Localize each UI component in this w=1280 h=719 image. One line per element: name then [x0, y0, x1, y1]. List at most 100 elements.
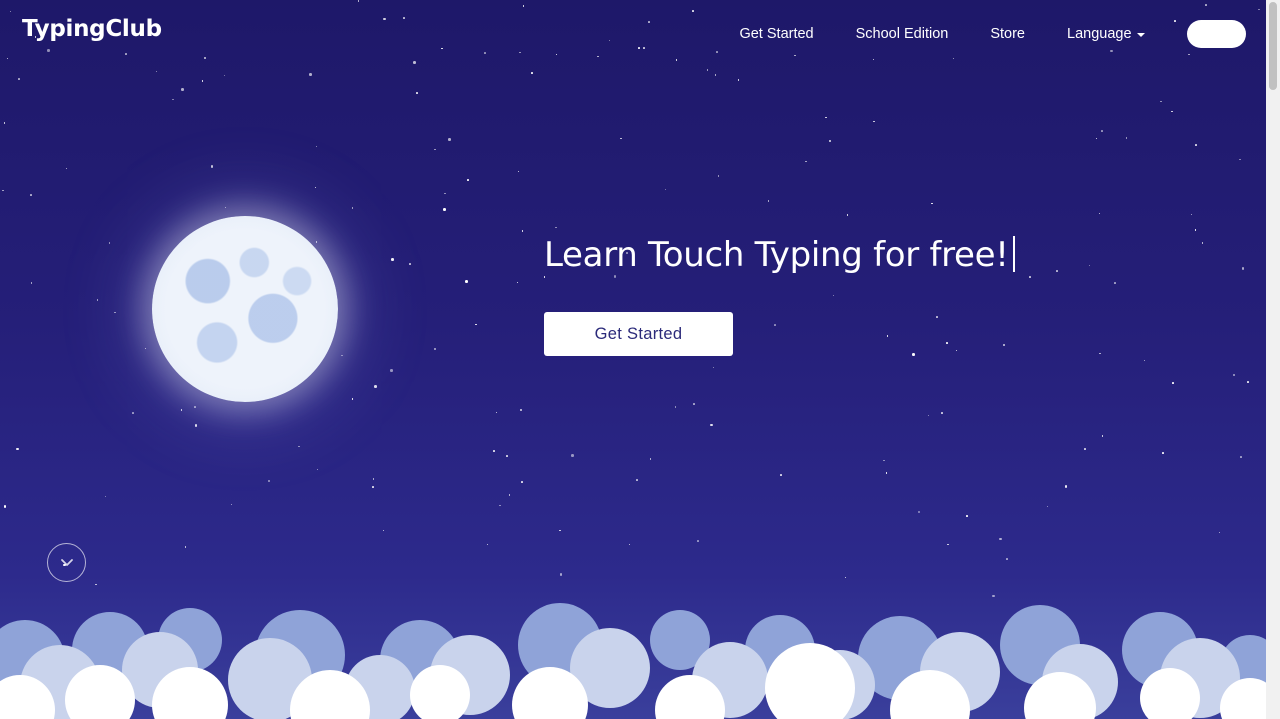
star	[664, 188, 667, 191]
star	[30, 282, 33, 284]
star	[1064, 485, 1068, 488]
star	[465, 280, 468, 283]
star	[947, 543, 949, 546]
clouds-illustration	[0, 603, 1266, 719]
star	[184, 546, 187, 548]
star	[6, 57, 9, 60]
star	[927, 414, 930, 417]
star	[409, 263, 411, 265]
brand-logo[interactable]: TypingClub	[22, 16, 162, 42]
nav-store[interactable]: Store	[990, 26, 1025, 42]
star	[828, 139, 831, 143]
star	[693, 403, 695, 405]
star	[912, 353, 915, 356]
star	[298, 445, 300, 448]
star	[3, 505, 7, 508]
star	[692, 10, 694, 12]
star	[1056, 270, 1058, 272]
star	[805, 160, 807, 163]
star	[1006, 558, 1008, 560]
star	[1088, 264, 1091, 267]
star	[917, 510, 921, 514]
star	[486, 543, 489, 546]
star	[416, 92, 418, 94]
star	[180, 409, 183, 411]
star	[1201, 242, 1204, 244]
star	[194, 406, 196, 408]
star	[1218, 531, 1221, 534]
star	[108, 242, 111, 244]
star	[1110, 49, 1113, 53]
login-button[interactable]: Login	[1186, 20, 1246, 48]
star	[1098, 212, 1101, 215]
star	[210, 165, 214, 168]
text-cursor	[1012, 236, 1015, 272]
star	[443, 208, 446, 211]
star	[499, 504, 501, 507]
nav-get-started[interactable]: Get Started	[739, 26, 813, 42]
scrollbar-thumb[interactable]	[1269, 2, 1277, 90]
star	[571, 454, 574, 457]
star	[65, 167, 68, 170]
star	[531, 72, 533, 74]
star	[96, 299, 99, 301]
star	[883, 459, 885, 462]
star	[941, 412, 943, 414]
star	[1162, 452, 1164, 454]
star	[952, 57, 955, 60]
star	[519, 408, 522, 412]
star	[230, 503, 233, 506]
star	[1232, 373, 1236, 377]
star	[716, 51, 718, 53]
star	[1190, 213, 1193, 216]
star	[885, 472, 888, 474]
star	[203, 56, 206, 60]
star	[1241, 267, 1245, 270]
star	[643, 47, 645, 49]
star	[475, 323, 477, 326]
star	[181, 88, 184, 91]
star	[16, 447, 19, 451]
page: TypingClub Get Started School Edition St…	[0, 0, 1266, 719]
star	[104, 495, 107, 498]
star	[382, 529, 385, 532]
star	[559, 573, 563, 576]
star	[484, 52, 486, 54]
star	[434, 148, 436, 151]
star	[649, 458, 652, 460]
star	[613, 275, 617, 278]
star	[372, 478, 375, 480]
chevron-down-icon	[60, 559, 73, 566]
nav-school-edition[interactable]: School Edition	[856, 26, 949, 42]
star	[1046, 505, 1049, 508]
star	[1160, 100, 1162, 103]
star	[1195, 144, 1197, 146]
star	[357, 0, 360, 2]
nav-language-dropdown[interactable]: Language	[1067, 26, 1145, 42]
star	[992, 594, 995, 598]
star	[1172, 382, 1174, 384]
star	[628, 543, 631, 546]
star	[444, 192, 446, 195]
star	[1099, 352, 1101, 355]
star	[1171, 110, 1173, 113]
star	[597, 55, 599, 58]
star	[794, 54, 796, 57]
star	[18, 78, 20, 80]
star	[516, 281, 519, 284]
get-started-button[interactable]: Get Started	[544, 312, 733, 356]
star	[194, 424, 198, 427]
star	[1095, 137, 1098, 140]
star	[267, 479, 270, 483]
star	[946, 342, 948, 344]
scroll-down-button[interactable]	[47, 543, 86, 582]
star	[223, 74, 226, 77]
hero-headline-text: Learn Touch Typing for free!	[544, 235, 1009, 275]
star	[9, 10, 12, 13]
star	[519, 51, 521, 54]
star	[710, 423, 713, 426]
star	[351, 207, 354, 209]
star	[846, 214, 849, 216]
page-scrollbar[interactable]	[1266, 0, 1280, 719]
star	[1002, 343, 1006, 347]
